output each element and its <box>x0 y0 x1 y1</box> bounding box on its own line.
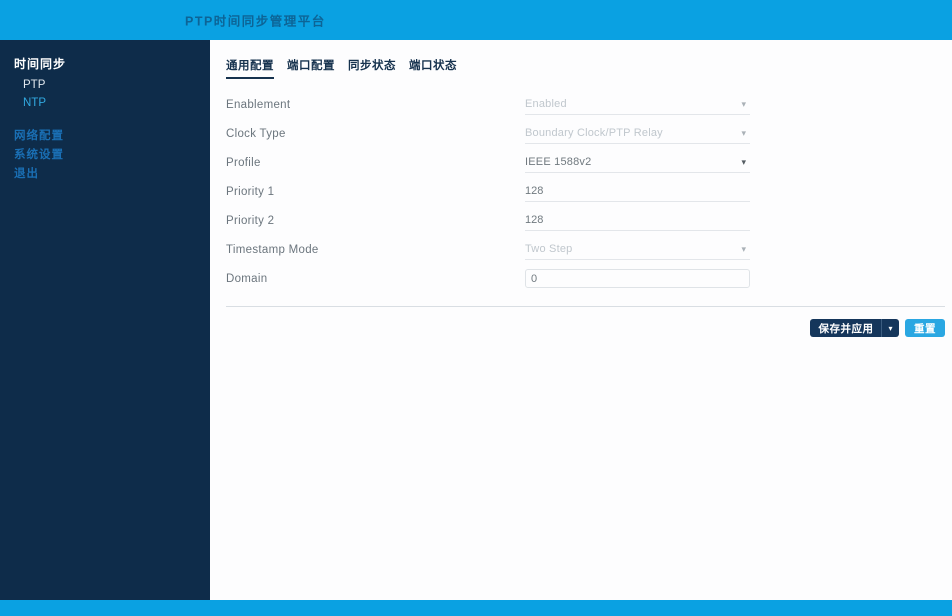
sidebar-item-system-settings[interactable]: 系统设置 <box>14 148 210 163</box>
field-label: Enablement <box>226 98 291 111</box>
enablement-select[interactable]: Enabled ▾ <box>525 94 750 115</box>
field-label: Priority 2 <box>226 214 275 227</box>
profile-select[interactable]: IEEE 1588v2 ▾ <box>525 152 750 173</box>
form-row: Priority 1 <box>226 177 945 206</box>
select-value: Boundary Clock/PTP Relay <box>525 127 663 139</box>
sidebar-item-logout[interactable]: 退出 <box>14 167 210 182</box>
chevron-down-icon: ▾ <box>741 98 746 109</box>
form-row: Timestamp Mode Two Step ▾ <box>226 235 945 264</box>
main-content: 通用配置 端口配置 同步状态 端口状态 Enablement Enabled ▾… <box>210 40 952 600</box>
field-label: Priority 1 <box>226 185 275 198</box>
sidebar: 时间同步 PTP NTP 网络配置 系统设置 退出 <box>0 40 210 600</box>
form-row: Enablement Enabled ▾ <box>226 90 945 119</box>
action-bar: 保存并应用 ▾ 重置 <box>226 319 945 337</box>
footer-bar <box>0 600 952 616</box>
chevron-down-icon: ▾ <box>888 323 893 333</box>
timestamp-mode-select[interactable]: Two Step ▾ <box>525 239 750 260</box>
sidebar-item-ptp[interactable]: PTP <box>14 79 210 91</box>
field-label: Timestamp Mode <box>226 243 319 256</box>
general-config-form: Enablement Enabled ▾ Clock Type Boundary… <box>226 90 945 293</box>
form-row: Priority 2 <box>226 206 945 235</box>
field-label: Profile <box>226 156 261 169</box>
app-title: PTP时间同步管理平台 <box>185 14 326 29</box>
sidebar-item-network-config[interactable]: 网络配置 <box>14 129 210 144</box>
tab-sync-status[interactable]: 同步状态 <box>348 57 396 79</box>
priority1-input[interactable] <box>525 181 750 202</box>
reset-button[interactable]: 重置 <box>905 319 945 337</box>
form-row: Profile IEEE 1588v2 ▾ <box>226 148 945 177</box>
form-row: Domain <box>226 264 945 293</box>
save-apply-button[interactable]: 保存并应用 <box>810 319 882 337</box>
select-value: Two Step <box>525 243 573 255</box>
sidebar-item-ntp[interactable]: NTP <box>14 97 210 109</box>
domain-input[interactable] <box>525 269 750 288</box>
tab-bar: 通用配置 端口配置 同步状态 端口状态 <box>226 57 945 79</box>
tab-general-config[interactable]: 通用配置 <box>226 57 274 79</box>
chevron-down-icon: ▾ <box>741 156 746 167</box>
chevron-down-icon: ▾ <box>741 127 746 138</box>
tab-port-config[interactable]: 端口配置 <box>287 57 335 79</box>
tab-port-status[interactable]: 端口状态 <box>409 57 457 79</box>
select-value: Enabled <box>525 98 567 110</box>
field-label: Clock Type <box>226 127 286 140</box>
section-divider <box>226 306 945 307</box>
field-label: Domain <box>226 272 268 285</box>
clock-type-select[interactable]: Boundary Clock/PTP Relay ▾ <box>525 123 750 144</box>
save-apply-dropdown-button[interactable]: ▾ <box>881 319 899 337</box>
sidebar-section-time-sync: 时间同步 <box>14 57 67 71</box>
select-value: IEEE 1588v2 <box>525 156 592 168</box>
chevron-down-icon: ▾ <box>741 243 746 254</box>
form-row: Clock Type Boundary Clock/PTP Relay ▾ <box>226 119 945 148</box>
app-header: PTP时间同步管理平台 <box>0 0 952 40</box>
priority2-input[interactable] <box>525 210 750 231</box>
